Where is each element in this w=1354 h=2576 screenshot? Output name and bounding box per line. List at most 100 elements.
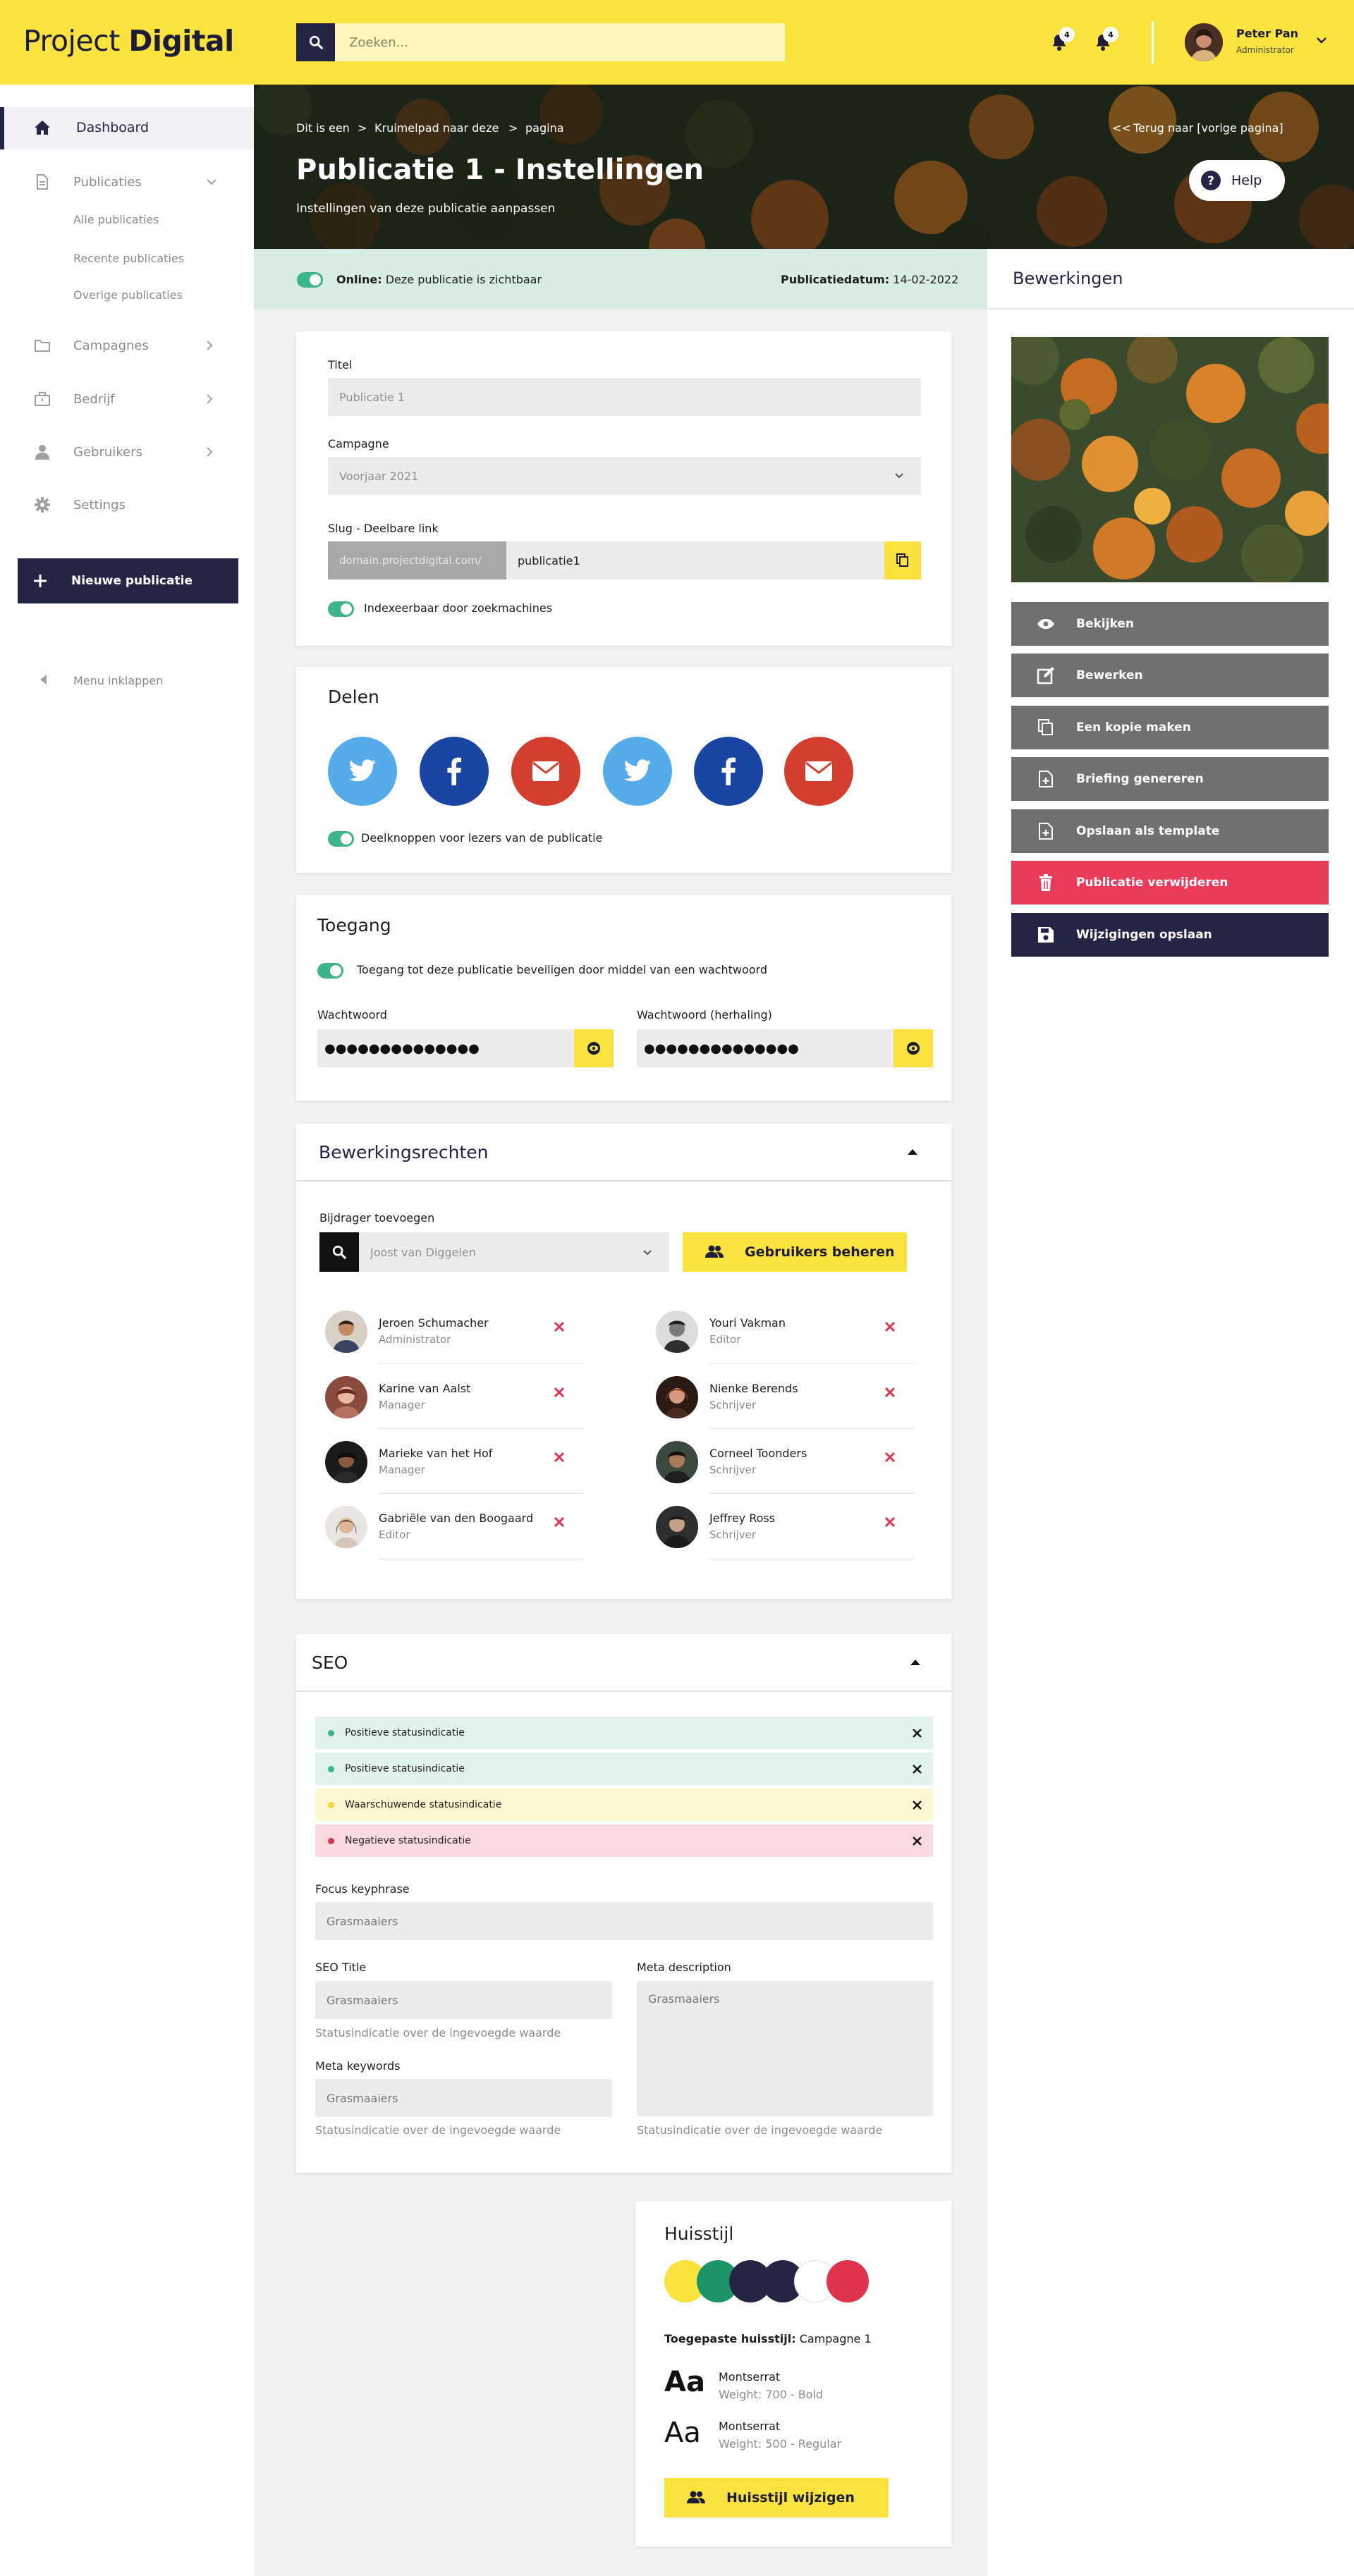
email-share-button[interactable]: [511, 737, 580, 806]
password-repeat-input[interactable]: ●●●●●●●●●●●●●●: [637, 1029, 893, 1067]
breadcrumb-item[interactable]: Kruimelpad naar deze: [374, 121, 499, 135]
generate-briefing-button[interactable]: Briefing genereren: [1011, 757, 1329, 801]
remove-contributor-button[interactable]: [884, 1387, 896, 1398]
notifications-button[interactable]: 4: [1045, 27, 1075, 56]
breadcrumb-item[interactable]: Dit is een: [296, 121, 350, 135]
header-divider: [1152, 21, 1154, 63]
email-share-button[interactable]: [784, 737, 853, 806]
collapse-menu-button[interactable]: Menu inklappen: [0, 668, 254, 697]
app-logo[interactable]: Project Digital: [23, 24, 234, 58]
facebook-share-button[interactable]: [420, 737, 489, 806]
sidebar-item-publicaties[interactable]: Publicaties: [0, 168, 254, 196]
briefcase-icon: [34, 391, 51, 407]
document-icon: [34, 173, 51, 190]
slug-prefix: domain.projectdigital.com/: [328, 541, 506, 579]
copy-button[interactable]: Een kopie maken: [1011, 706, 1329, 749]
sidebar-subitem-recente[interactable]: Recente publicaties: [73, 252, 184, 265]
sidebar-subitem-overige[interactable]: Overige publicaties: [73, 288, 183, 302]
view-label: Bekijken: [1076, 617, 1134, 631]
sidebar-label: Gebruikers: [73, 444, 142, 460]
contributor-name: Karine van Aalst: [379, 1382, 471, 1395]
generate-briefing-label: Briefing genereren: [1076, 772, 1204, 786]
remove-contributor-button[interactable]: [884, 1452, 896, 1463]
sidebar-subitem-alle[interactable]: Alle publicaties: [73, 213, 159, 226]
slug-input[interactable]: publicatie1: [506, 541, 884, 579]
facebook-share-button[interactable]: [694, 737, 763, 806]
save-as-template-button[interactable]: Opslaan als template: [1011, 809, 1329, 853]
contributor-name: Marieke van het Hof: [379, 1447, 493, 1460]
contributor-select[interactable]: Joost van Diggelen: [359, 1232, 669, 1272]
manage-users-button[interactable]: Gebruikers beheren: [683, 1232, 907, 1272]
eye-icon: [907, 1042, 920, 1055]
password-mask: ●●●●●●●●●●●●●●: [644, 1041, 799, 1056]
back-link[interactable]: Terug naar [vorige pagina]: [1133, 121, 1283, 135]
save-changes-button[interactable]: Wijzigingen opslaan: [1011, 913, 1329, 957]
online-toggle[interactable]: [297, 272, 323, 288]
sidebar-label: Dashboard: [76, 120, 150, 135]
status-dot: [328, 1837, 334, 1844]
sidebar-item-bedrijf[interactable]: Bedrijf: [0, 385, 254, 413]
close-icon: [554, 1452, 565, 1463]
share-buttons-toggle[interactable]: [328, 831, 354, 847]
alerts-button[interactable]: 4: [1089, 27, 1118, 56]
show-password-button[interactable]: [574, 1029, 614, 1067]
show-password-repeat-button[interactable]: [893, 1029, 933, 1067]
manage-users-label: Gebruikers beheren: [745, 1244, 895, 1260]
copy-slug-button[interactable]: [884, 541, 921, 579]
avatar: [656, 1506, 698, 1548]
file-add-icon: [1037, 822, 1055, 840]
password-input[interactable]: ●●●●●●●●●●●●●●: [317, 1029, 574, 1067]
contributor-role: Schrijver: [709, 1399, 757, 1411]
dismiss-status-button[interactable]: [913, 1836, 922, 1846]
sidebar-item-dashboard[interactable]: Dashboard: [0, 107, 254, 149]
help-button[interactable]: ? Help: [1189, 160, 1285, 201]
contributor-name: Corneel Toonders: [709, 1447, 807, 1460]
remove-contributor-button[interactable]: [554, 1321, 565, 1332]
applied-style: Toegepaste huisstijl: Campagne 1: [664, 2332, 872, 2345]
meta-keywords-input[interactable]: [315, 2079, 612, 2117]
seo-header[interactable]: SEO: [296, 1634, 951, 1692]
collapse-menu-label: Menu inklappen: [73, 674, 164, 687]
indexable-toggle[interactable]: [328, 601, 354, 617]
campaign-select[interactable]: Voorjaar 2021: [328, 457, 921, 495]
user-menu-toggle[interactable]: [1316, 37, 1327, 44]
dismiss-status-button[interactable]: [913, 1800, 922, 1810]
users-icon: [687, 2491, 705, 2503]
remove-contributor-button[interactable]: [884, 1321, 896, 1332]
delete-publication-label: Publicatie verwijderen: [1076, 876, 1228, 890]
sidebar-item-campagnes[interactable]: Campagnes: [0, 331, 254, 360]
sidebar-item-settings[interactable]: Settings: [0, 491, 254, 519]
user-avatar[interactable]: [1185, 23, 1223, 61]
new-publication-button[interactable]: Nieuwe publicatie: [18, 558, 238, 603]
sidebar-item-gebruikers[interactable]: Gebruikers: [0, 438, 254, 466]
seo-title-hint: Statusindicatie over de ingevoegde waard…: [315, 2026, 561, 2040]
remove-contributor-button[interactable]: [554, 1516, 565, 1528]
twitter-share-button[interactable]: [603, 737, 672, 806]
contributor-search-button[interactable]: [319, 1232, 359, 1272]
change-house-style-button[interactable]: Huisstijl wijzigen: [664, 2478, 889, 2517]
editing-rights-header[interactable]: Bewerkingsrechten: [296, 1124, 951, 1182]
edit-icon: [1037, 666, 1055, 685]
seo-title-input[interactable]: [315, 1981, 612, 2019]
search-input[interactable]: [335, 23, 785, 61]
remove-contributor-button[interactable]: [884, 1516, 896, 1528]
meta-description-input[interactable]: [637, 1981, 933, 2116]
dismiss-status-button[interactable]: [913, 1728, 922, 1738]
contributor-name: Nienke Berends: [709, 1382, 798, 1395]
delete-publication-button[interactable]: Publicatie verwijderen: [1011, 861, 1329, 904]
search-button[interactable]: [296, 23, 335, 61]
title-input[interactable]: Publicatie 1: [328, 378, 921, 416]
view-button[interactable]: Bekijken: [1011, 602, 1329, 646]
dismiss-status-button[interactable]: [913, 1764, 922, 1774]
remove-contributor-button[interactable]: [554, 1452, 565, 1463]
publication-preview-image[interactable]: [1011, 337, 1329, 582]
password-repeat-label: Wachtwoord (herhaling): [637, 1008, 772, 1022]
save-as-template-label: Opslaan als template: [1076, 824, 1220, 838]
edit-button[interactable]: Bewerken: [1011, 654, 1329, 697]
password-protection-toggle[interactable]: [317, 963, 343, 979]
twitter-icon: [623, 759, 651, 782]
focus-keyphrase-input[interactable]: [315, 1902, 933, 1940]
twitter-share-button[interactable]: [328, 737, 397, 806]
indexable-label: Indexeerbaar door zoekmachines: [364, 601, 553, 615]
remove-contributor-button[interactable]: [554, 1387, 565, 1398]
